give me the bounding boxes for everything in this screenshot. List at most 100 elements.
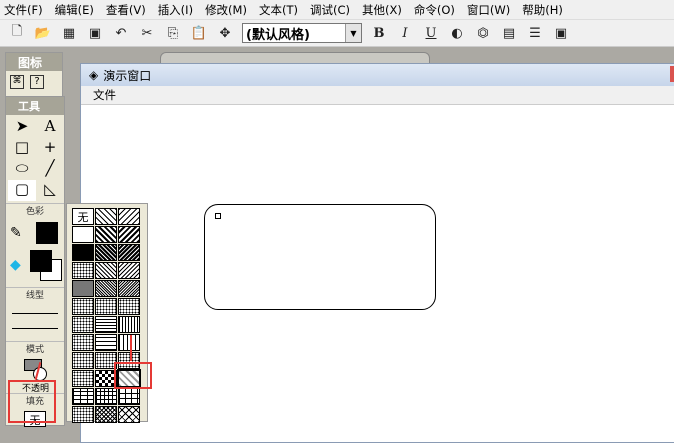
highlight-box-fill bbox=[8, 380, 56, 423]
icon-panel-title: 图标 bbox=[6, 53, 62, 71]
pattern-lattice[interactable] bbox=[118, 406, 140, 423]
pattern-hlines2[interactable] bbox=[95, 334, 117, 351]
rounded-rect-tool-icon[interactable]: ▢ bbox=[8, 180, 36, 201]
window-menu: 文件 bbox=[81, 86, 674, 105]
knowledge-objects-icon[interactable]: ▣ bbox=[552, 24, 570, 42]
menu-item[interactable]: 文本(T) bbox=[259, 2, 298, 18]
window-menu-file[interactable]: 文件 bbox=[93, 87, 116, 103]
pattern-black[interactable] bbox=[72, 244, 94, 261]
pattern-gray[interactable] bbox=[72, 280, 94, 297]
selection-handle[interactable] bbox=[215, 213, 221, 219]
pointer-tool-icon[interactable]: ➤ bbox=[8, 117, 36, 138]
control-panel-icon[interactable]: ⏣ bbox=[474, 24, 492, 42]
paste-icon[interactable]: 📋 bbox=[190, 24, 208, 42]
highlight-box-pattern bbox=[114, 362, 152, 389]
open-file-icon[interactable]: 📂 bbox=[34, 24, 52, 42]
pattern-diag8[interactable] bbox=[118, 262, 140, 279]
menu-item[interactable]: 文件(F) bbox=[4, 2, 43, 18]
window-title: 演示窗口 bbox=[103, 68, 152, 83]
color-section: ✎ ◆ bbox=[6, 217, 64, 287]
save-icon[interactable]: ▣ bbox=[86, 24, 104, 42]
undo-icon[interactable]: ↶ bbox=[112, 24, 130, 42]
menu-item[interactable]: 编辑(E) bbox=[55, 2, 94, 18]
crosshair-tool-icon[interactable]: + bbox=[36, 138, 64, 159]
fill-bucket-icon: ◆ bbox=[10, 257, 21, 273]
cut-icon[interactable]: ✂ bbox=[138, 24, 156, 42]
icon-map[interactable]: ⌘ bbox=[10, 75, 24, 89]
menu-item[interactable]: 命令(O) bbox=[414, 2, 455, 18]
color-label: 色彩 bbox=[6, 203, 64, 217]
italic-button[interactable]: I bbox=[396, 24, 414, 42]
menu-item[interactable]: 查看(V) bbox=[106, 2, 146, 18]
import-icon[interactable]: ▦ bbox=[60, 24, 78, 42]
bold-button[interactable]: B bbox=[370, 24, 388, 42]
icon-panel-icons: ⌘ ? bbox=[6, 71, 62, 93]
style-select[interactable]: (默认风格) ▼ bbox=[242, 23, 362, 43]
line-color-swatch[interactable] bbox=[36, 222, 58, 244]
new-file-icon[interactable]: 🗋 bbox=[8, 24, 26, 42]
mode-label: 模式 bbox=[6, 341, 64, 355]
run-icon[interactable]: ◐ bbox=[448, 24, 466, 42]
window-icon: ◈ bbox=[89, 68, 99, 82]
underline-button[interactable]: U bbox=[422, 24, 440, 42]
pattern-dots2[interactable] bbox=[72, 316, 94, 333]
pattern-white[interactable] bbox=[72, 226, 94, 243]
pattern-diag2[interactable] bbox=[118, 208, 140, 225]
icon-panel: 图标 ⌘ ? bbox=[5, 52, 63, 102]
pattern-diag5[interactable] bbox=[95, 244, 117, 261]
close-icon[interactable] bbox=[670, 66, 674, 82]
function-icon[interactable]: ▤ bbox=[500, 24, 518, 42]
pattern-none[interactable]: 无 bbox=[72, 208, 94, 225]
pattern-weave2[interactable] bbox=[118, 298, 140, 315]
toolbar: 🗋 📂 ▦ ▣ ↶ ✂ ⎘ 📋 ✥ (默认风格) ▼ B I U ◐ ⏣ ▤ ☰ … bbox=[0, 20, 674, 47]
copy-icon[interactable]: ⎘ bbox=[164, 24, 182, 42]
menu-item[interactable]: 调试(C) bbox=[310, 2, 350, 18]
rounded-rectangle-shape[interactable] bbox=[204, 204, 436, 310]
help-icon[interactable]: ? bbox=[30, 75, 44, 89]
line-type-section[interactable] bbox=[6, 301, 64, 341]
pattern-vlines[interactable] bbox=[118, 316, 140, 333]
pattern-dots3[interactable] bbox=[72, 334, 94, 351]
rectangle-tool-icon[interactable]: □ bbox=[8, 138, 36, 159]
menu-item[interactable]: 帮助(H) bbox=[522, 2, 563, 18]
pattern-diag4[interactable] bbox=[118, 226, 140, 243]
text-tool-icon[interactable]: A bbox=[36, 117, 64, 138]
pattern-dots4[interactable] bbox=[72, 352, 94, 369]
line-type-label: 线型 bbox=[6, 287, 64, 301]
menu-item[interactable]: 修改(M) bbox=[205, 2, 247, 18]
pattern-bricks[interactable] bbox=[72, 388, 94, 405]
arrow-to-pattern bbox=[130, 335, 132, 361]
menu-item[interactable]: 窗口(W) bbox=[467, 2, 510, 18]
pattern-weave1[interactable] bbox=[95, 298, 117, 315]
pattern-zigzag[interactable] bbox=[72, 406, 94, 423]
menu-item[interactable]: 插入(I) bbox=[158, 2, 193, 18]
pattern-vlines2[interactable] bbox=[118, 334, 140, 351]
pattern-diag7[interactable] bbox=[95, 262, 117, 279]
pattern-grid2[interactable] bbox=[118, 388, 140, 405]
menu-bar: 文件(F) 编辑(E) 查看(V) 插入(I) 修改(M) 文本(T) 调试(C) 其他(X)… bbox=[0, 0, 674, 20]
tools-panel-title: 工具 bbox=[6, 97, 64, 115]
pattern-scales[interactable] bbox=[72, 370, 94, 387]
pattern-diag1[interactable] bbox=[95, 208, 117, 225]
pattern-grid[interactable] bbox=[95, 388, 117, 405]
line-tool-icon[interactable]: ╱ bbox=[36, 159, 64, 180]
pattern-diag3[interactable] bbox=[95, 226, 117, 243]
foreground-color-swatch[interactable] bbox=[30, 250, 52, 272]
chevron-down-icon[interactable]: ▼ bbox=[345, 24, 361, 42]
pattern-crosshatch[interactable] bbox=[95, 406, 117, 423]
pattern-dots1[interactable] bbox=[72, 298, 94, 315]
pattern-diag6[interactable] bbox=[118, 244, 140, 261]
window-title-bar: ◈ 演示窗口 bbox=[81, 64, 674, 86]
pattern-hlines[interactable] bbox=[95, 316, 117, 333]
variable-icon[interactable]: ☰ bbox=[526, 24, 544, 42]
style-value: (默认风格) bbox=[246, 27, 310, 43]
ellipse-tool-icon[interactable]: ⬭ bbox=[8, 159, 36, 180]
pencil-icon: ✎ bbox=[10, 225, 22, 241]
fill-pattern-palette: 无 bbox=[66, 203, 148, 423]
polygon-tool-icon[interactable]: ◺ bbox=[36, 180, 64, 201]
pattern-diag10[interactable] bbox=[118, 280, 140, 297]
find-icon[interactable]: ✥ bbox=[216, 24, 234, 42]
pattern-dots-dense[interactable] bbox=[72, 262, 94, 279]
pattern-diag9[interactable] bbox=[95, 280, 117, 297]
menu-item[interactable]: 其他(X) bbox=[362, 2, 402, 18]
